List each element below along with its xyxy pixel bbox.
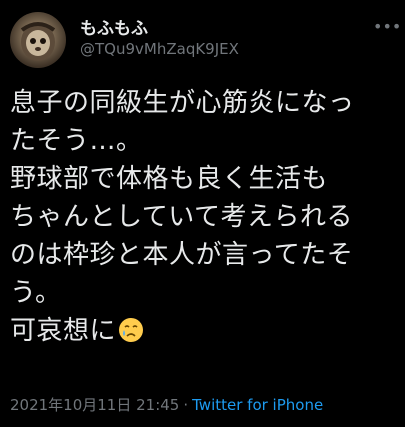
crying-face-emoji-icon	[119, 318, 144, 342]
meta-separator: ·	[183, 396, 189, 414]
avatar-photo-icon	[20, 22, 56, 61]
avatar[interactable]	[10, 12, 66, 68]
tweet-line: 野球部で体格も良く生活も	[10, 164, 329, 194]
tweet-line-last: 可哀想に	[10, 312, 402, 350]
tweet-line: ちゃんとしていて考えられる	[10, 202, 353, 232]
tweet-line: のは枠珍と本人が言ってたそ	[10, 240, 354, 270]
source-link[interactable]: Twitter for iPhone	[192, 396, 323, 414]
tweet-line: 息子の同級生が心筋炎になっ	[10, 88, 355, 118]
tweet-line: たそう…。	[10, 126, 143, 156]
timestamp[interactable]: 2021年10月11日 21:45	[10, 396, 179, 414]
author-username[interactable]: @TQu9vMhZaqK9JEX	[80, 40, 239, 58]
author-display-name[interactable]: もふもふ	[80, 14, 148, 39]
more-icon[interactable]: •••	[373, 18, 401, 36]
tweet-text: 息子の同級生が心筋炎になっ たそう…。 野球部で体格も良く生活も ちゃんとしてい…	[10, 84, 402, 350]
tweet-meta: 2021年10月11日 21:45 · Twitter for iPhone	[10, 394, 323, 415]
tweet-header: もふもふ @TQu9vMhZaqK9JEX •••	[0, 0, 405, 80]
tweet-line-text: 可哀想に	[10, 316, 117, 346]
tweet-line: う。	[10, 278, 62, 308]
